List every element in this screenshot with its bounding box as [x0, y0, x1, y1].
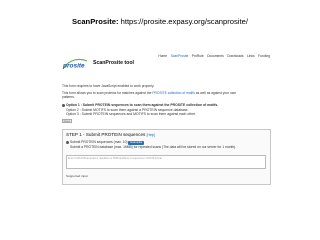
- step1-option-database-label: Submit a PROTEIN database (max. 16MB) fo…: [70, 144, 237, 149]
- sequence-input[interactable]: Enter UniProtKB accessions, identifiers …: [66, 155, 266, 169]
- option-1-label: Option 1 : Submit PROTEIN sequences to s…: [66, 103, 219, 107]
- supported-input-link[interactable]: Supported input: [66, 174, 88, 178]
- intro-text-before: This form allows you to scan proteins fo…: [62, 91, 153, 95]
- nav-item-links[interactable]: Links: [247, 54, 255, 58]
- slide-title-label: ScanProsite:: [72, 17, 119, 26]
- intro-text-line2: patterns.: [62, 95, 75, 100]
- option-2-label: Option 2 : Submit MOTIFS to scan them ag…: [66, 107, 189, 112]
- step1-title: STEP 1 - Submit PROTEIN sequences [Help]: [66, 132, 155, 137]
- nav-item-home[interactable]: Home: [158, 54, 167, 58]
- page-title: ScanProsite tool: [93, 60, 134, 66]
- nav-item-prorule[interactable]: ProRule: [192, 54, 204, 58]
- prosite-logo[interactable]: prosite: [62, 57, 89, 71]
- logo-text: prosite: [62, 63, 85, 70]
- step1-option-sequences-label: Submit PROTEIN sequences (max. 10): [70, 140, 128, 144]
- nav-item-downloads[interactable]: Downloads: [227, 54, 243, 58]
- nav-item-funding[interactable]: Funding: [258, 54, 270, 58]
- intro-text-after: as well as against your own: [194, 91, 237, 95]
- slide-title: ScanProsite: https://prosite.expasy.org/…: [0, 17, 320, 26]
- option-1-radio[interactable]: [62, 103, 65, 107]
- step1-option-sequences-radio[interactable]: [66, 140, 69, 144]
- option-3[interactable]: Option 3 : Submit PROTEIN sequences and …: [66, 112, 196, 116]
- prosite-collection-link[interactable]: PROSITE collection of motifs: [152, 91, 195, 95]
- reset-button[interactable]: Reset: [62, 119, 72, 123]
- option-3-label: Option 3 : Submit PROTEIN sequences and …: [66, 112, 196, 116]
- js-notice: This form requires to have JavaScript en…: [62, 84, 155, 88]
- nav-item-documents[interactable]: Documents: [207, 54, 224, 58]
- step1-option-database[interactable]: Submit a PROTEIN database (max. 16MB) fo…: [70, 145, 236, 149]
- step1-panel: STEP 1 - Submit PROTEIN sequences [Help]…: [62, 129, 271, 185]
- intro-paragraph: This form allows you to scan proteins fo…: [62, 91, 271, 100]
- slide-title-url[interactable]: https://prosite.expasy.org/scanprosite/: [121, 17, 248, 26]
- step1-help-link[interactable]: [Help]: [147, 133, 155, 137]
- top-nav: Home ScanProsite ProRule Documents Downl…: [156, 54, 270, 58]
- nav-item-scanprosite[interactable]: ScanProsite: [171, 54, 189, 58]
- step1-title-text: STEP 1 - Submit PROTEIN sequences: [66, 132, 146, 137]
- website-screenshot: Home ScanProsite ProRule Documents Downl…: [60, 51, 273, 203]
